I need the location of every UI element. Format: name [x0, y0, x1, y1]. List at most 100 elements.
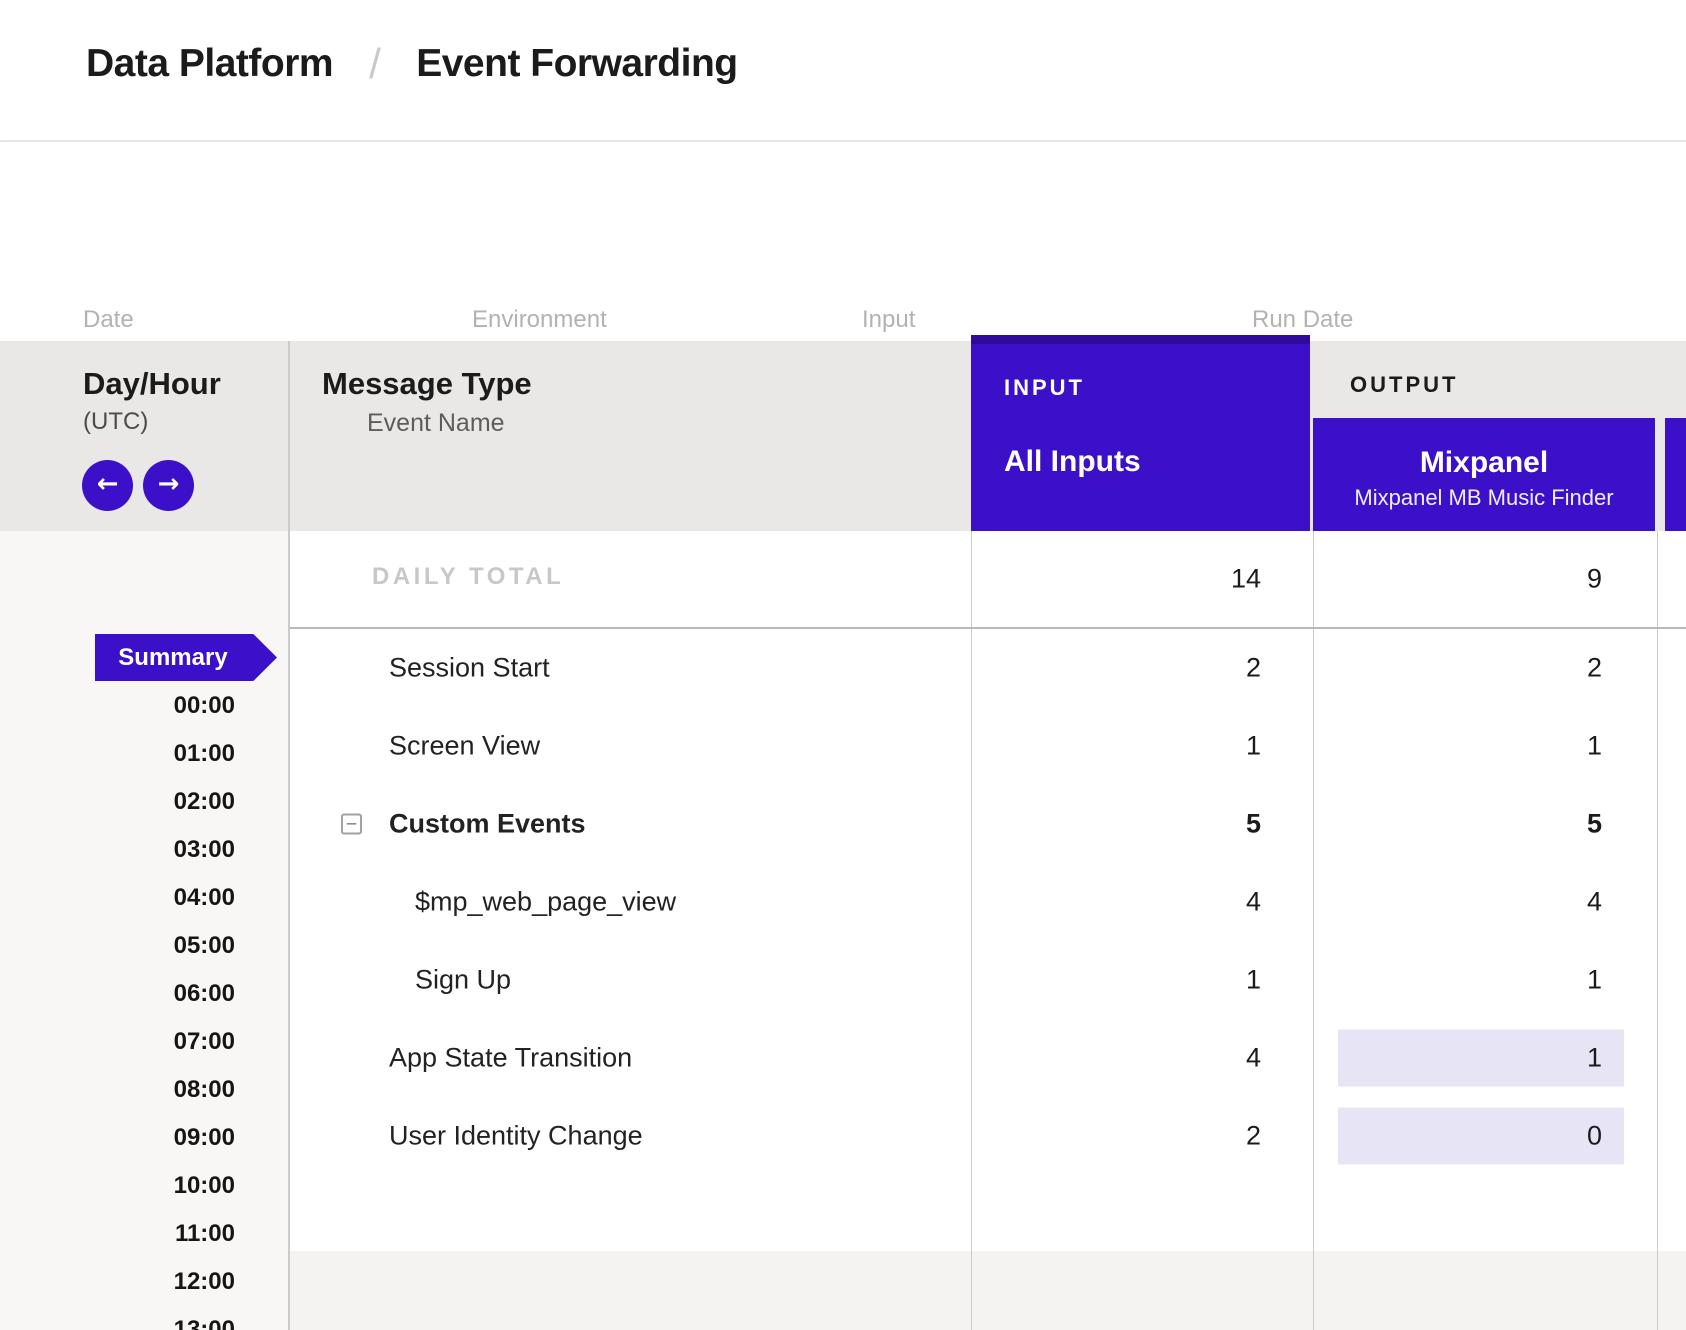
output-count: 1 — [1587, 965, 1602, 996]
hour-item[interactable]: 06:00 — [0, 970, 235, 1018]
daily-total-input-count: 14 — [1231, 564, 1261, 595]
message-type-column-title: Message Type — [322, 366, 532, 402]
output-count: 1 — [1587, 1043, 1602, 1074]
input-count: 1 — [1246, 731, 1261, 762]
table-rows: Session Start 2 2 Screen View 1 1 − Cust… — [290, 629, 1686, 1175]
summary-tag-label: Summary — [95, 634, 277, 681]
arrow-left-icon: ← — [97, 469, 119, 499]
event-name: Custom Events — [389, 809, 586, 840]
date-filter-label: Date — [83, 306, 134, 334]
output-cell: 1 — [1313, 941, 1657, 1019]
event-name-cell: User Identity Change — [290, 1097, 971, 1175]
hour-item[interactable]: 12:00 — [0, 1258, 235, 1306]
output-cell: 1 — [1313, 707, 1657, 785]
collapse-toggle[interactable]: − — [341, 814, 362, 835]
environment-filter-label: Environment — [472, 306, 607, 334]
hour-item[interactable]: 04:00 — [0, 874, 235, 922]
input-count: 5 — [1246, 809, 1261, 840]
input-cell: 2 — [971, 629, 1313, 707]
hour-item[interactable]: 01:00 — [0, 730, 235, 778]
hour-list: Summary 00:0001:0002:0003:0004:0005:0006… — [0, 634, 288, 1330]
table-row[interactable]: Session Start 2 2 — [290, 629, 1686, 707]
previous-day-button[interactable]: ← — [82, 460, 133, 511]
event-name: Sign Up — [415, 965, 511, 996]
output-count: 5 — [1587, 809, 1602, 840]
input-count: 1 — [1246, 965, 1261, 996]
arrow-right-icon: → — [158, 469, 180, 499]
event-name-cell: Session Start — [290, 629, 971, 707]
top-header: Data Platform / Event Forwarding — [0, 0, 1686, 140]
input-column-name: All Inputs — [1004, 445, 1141, 479]
event-name-cell: $mp_web_page_view — [290, 863, 971, 941]
output-cell: 1 — [1313, 1019, 1657, 1097]
hour-item[interactable]: 08:00 — [0, 1066, 235, 1114]
input-cell: 1 — [971, 941, 1313, 1019]
daily-total-row: DAILY TOTAL 14 9 — [290, 531, 1686, 627]
output-cell: 4 — [1313, 863, 1657, 941]
breadcrumb-section[interactable]: Data Platform — [86, 42, 333, 86]
hour-item[interactable]: 03:00 — [0, 826, 235, 874]
output-column-subtitle: Mixpanel MB Music Finder — [1313, 485, 1655, 511]
breadcrumb: Data Platform / Event Forwarding — [86, 38, 738, 86]
output-count: 2 — [1587, 653, 1602, 684]
event-name: App State Transition — [389, 1043, 632, 1074]
event-name: Screen View — [389, 731, 540, 762]
input-cell: 1 — [971, 707, 1313, 785]
run-date-label: Run Date — [1252, 306, 1353, 334]
collapse-minus-icon: − — [345, 817, 358, 832]
table-row[interactable]: Sign Up 1 1 — [290, 941, 1686, 1019]
daily-total-label: DAILY TOTAL — [372, 563, 564, 591]
output-column-header-partial[interactable] — [1665, 418, 1686, 531]
filter-bar: Date Environment Input Run Date 08/08/20… — [0, 142, 1686, 341]
input-cell: 4 — [971, 863, 1313, 941]
event-name-cell: Sign Up — [290, 941, 971, 1019]
event-name-cell: Screen View — [290, 707, 971, 785]
table-row[interactable]: − Custom Events 5 5 — [290, 785, 1686, 863]
input-cell: 4 — [971, 1019, 1313, 1097]
input-column-accent-strip — [971, 335, 1310, 344]
table-row[interactable]: Screen View 1 1 — [290, 707, 1686, 785]
page-title: Event Forwarding — [416, 42, 737, 86]
output-cell: 2 — [1313, 629, 1657, 707]
event-name-cell: − Custom Events — [290, 785, 971, 863]
hour-item[interactable]: 02:00 — [0, 778, 235, 826]
day-hour-column-subtitle: (UTC) — [83, 408, 148, 436]
summary-row-tag[interactable]: Summary — [0, 634, 288, 681]
input-count: 4 — [1246, 1043, 1261, 1074]
event-name-cell: App State Transition — [290, 1019, 971, 1097]
hour-item[interactable]: 05:00 — [0, 922, 235, 970]
hour-item[interactable]: 00:00 — [0, 682, 235, 730]
message-type-column-subtitle: Event Name — [367, 409, 505, 438]
event-forwarding-page: Data Platform / Event Forwarding Date En… — [0, 0, 1686, 1330]
output-count: 1 — [1587, 731, 1602, 762]
output-count: 4 — [1587, 887, 1602, 918]
event-name: $mp_web_page_view — [415, 887, 676, 918]
hour-item[interactable]: 10:00 — [0, 1162, 235, 1210]
input-filter-label: Input — [862, 306, 915, 334]
input-count: 4 — [1246, 887, 1261, 918]
hour-item[interactable]: 07:00 — [0, 1018, 235, 1066]
event-name: Session Start — [389, 653, 550, 684]
day-hour-column-title: Day/Hour — [83, 366, 221, 402]
hour-item[interactable]: 09:00 — [0, 1114, 235, 1162]
daily-total-output-count: 9 — [1587, 564, 1602, 595]
input-count: 2 — [1246, 1121, 1261, 1152]
hour-item[interactable]: 13:00 — [0, 1306, 235, 1330]
output-group-label: OUTPUT — [1350, 372, 1458, 398]
hour-item[interactable]: 11:00 — [0, 1210, 235, 1258]
table-row[interactable]: User Identity Change 2 0 — [290, 1097, 1686, 1175]
table-row[interactable]: App State Transition 4 1 — [290, 1019, 1686, 1097]
input-group-label: INPUT — [1004, 375, 1085, 401]
output-cell: 5 — [1313, 785, 1657, 863]
output-column-name: Mixpanel — [1313, 446, 1655, 480]
input-cell: 2 — [971, 1097, 1313, 1175]
input-cell: 5 — [971, 785, 1313, 863]
input-column-header[interactable]: INPUT All Inputs — [971, 335, 1310, 531]
table-row[interactable]: $mp_web_page_view 4 4 — [290, 863, 1686, 941]
input-count: 2 — [1246, 653, 1261, 684]
output-column-header-mixpanel[interactable]: Mixpanel Mixpanel MB Music Finder — [1313, 418, 1655, 531]
event-name: User Identity Change — [389, 1121, 643, 1152]
breadcrumb-separator: / — [369, 40, 380, 88]
output-cell: 0 — [1313, 1097, 1657, 1175]
next-day-button[interactable]: → — [143, 460, 194, 511]
